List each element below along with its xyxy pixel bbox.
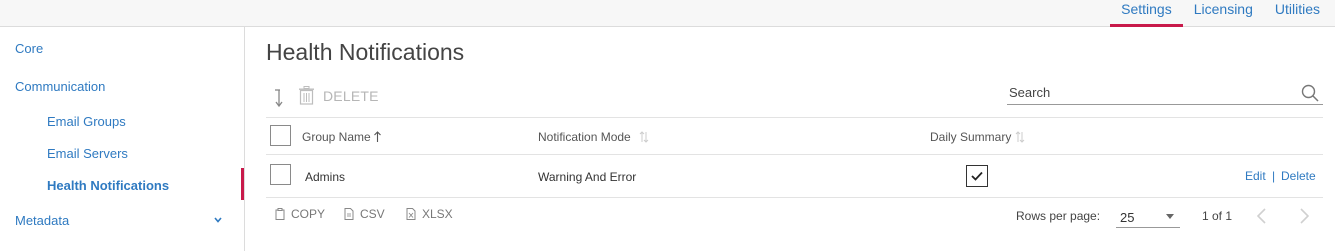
sidebar-item-communication[interactable]: Communication bbox=[15, 79, 105, 94]
sidebar: Core Communication Email Groups Email Se… bbox=[0, 27, 245, 251]
sidebar-item-metadata[interactable]: Metadata bbox=[15, 213, 69, 228]
tab-settings[interactable]: Settings bbox=[1110, 0, 1183, 27]
xlsx-file-icon bbox=[406, 208, 416, 220]
xlsx-button[interactable]: XLSX bbox=[406, 207, 453, 221]
search-underline bbox=[1007, 104, 1323, 105]
search-input[interactable]: Search bbox=[1009, 85, 1050, 100]
sidebar-item-email-groups[interactable]: Email Groups bbox=[47, 114, 126, 129]
csv-button[interactable]: CSV bbox=[344, 207, 385, 221]
sort-direction-icon[interactable] bbox=[273, 87, 285, 109]
row-select-checkbox[interactable] bbox=[270, 164, 291, 185]
sidebar-item-email-servers[interactable]: Email Servers bbox=[47, 146, 128, 161]
rows-per-page-label: Rows per page: bbox=[1016, 209, 1101, 223]
column-header-group-name[interactable]: Group Name bbox=[302, 130, 371, 144]
copy-label: COPY bbox=[291, 207, 326, 221]
top-nav: Settings Licensing Utilities bbox=[1110, 0, 1331, 27]
page-info: 1 of 1 bbox=[1202, 209, 1233, 223]
delete-button[interactable]: DELETE bbox=[323, 88, 379, 104]
delete-link[interactable]: Delete bbox=[1281, 169, 1316, 183]
sidebar-item-core[interactable]: Core bbox=[15, 41, 43, 56]
csv-file-icon bbox=[344, 208, 354, 220]
copy-button[interactable]: COPY bbox=[275, 207, 325, 221]
cell-notification-mode: Warning And Error bbox=[538, 170, 637, 184]
column-header-notification-mode[interactable]: Notification Mode bbox=[538, 130, 631, 144]
rows-per-page-select[interactable]: 25 bbox=[1116, 204, 1180, 228]
chevron-right-icon[interactable] bbox=[1296, 207, 1312, 225]
cell-group-name: Admins bbox=[305, 170, 346, 184]
column-header-daily-summary[interactable]: Daily Summary bbox=[930, 130, 1011, 144]
table-header-divider bbox=[266, 154, 1323, 155]
edit-link[interactable]: Edit bbox=[1245, 169, 1266, 183]
daily-summary-checkbox[interactable] bbox=[966, 165, 988, 187]
sidebar-item-health-notifications[interactable]: Health Notifications bbox=[47, 178, 169, 193]
sort-unsorted-icon[interactable] bbox=[639, 131, 649, 143]
action-separator: | bbox=[1272, 169, 1276, 183]
rows-per-page-value: 25 bbox=[1120, 210, 1135, 225]
top-bar: Settings Licensing Utilities bbox=[0, 0, 1335, 27]
chevron-left-icon[interactable] bbox=[1254, 207, 1270, 225]
sidebar-active-indicator bbox=[241, 168, 244, 200]
copy-icon bbox=[275, 208, 285, 220]
caret-down-icon bbox=[1166, 214, 1174, 219]
page-title: Health Notifications bbox=[266, 39, 465, 65]
tab-utilities[interactable]: Utilities bbox=[1264, 0, 1331, 27]
select-all-checkbox[interactable] bbox=[270, 125, 291, 146]
csv-label: CSV bbox=[360, 207, 385, 221]
table-top-divider bbox=[266, 117, 1323, 118]
chevron-down-icon[interactable] bbox=[214, 216, 222, 224]
sort-unsorted-icon[interactable] bbox=[1015, 131, 1025, 143]
tab-licensing[interactable]: Licensing bbox=[1183, 0, 1264, 27]
search-icon[interactable] bbox=[1301, 84, 1319, 102]
sort-ascending-icon[interactable] bbox=[373, 131, 382, 143]
checkmark-icon bbox=[971, 171, 983, 181]
trash-icon[interactable] bbox=[298, 86, 315, 105]
table-bottom-divider bbox=[266, 197, 1323, 198]
xlsx-label: XLSX bbox=[422, 207, 453, 221]
